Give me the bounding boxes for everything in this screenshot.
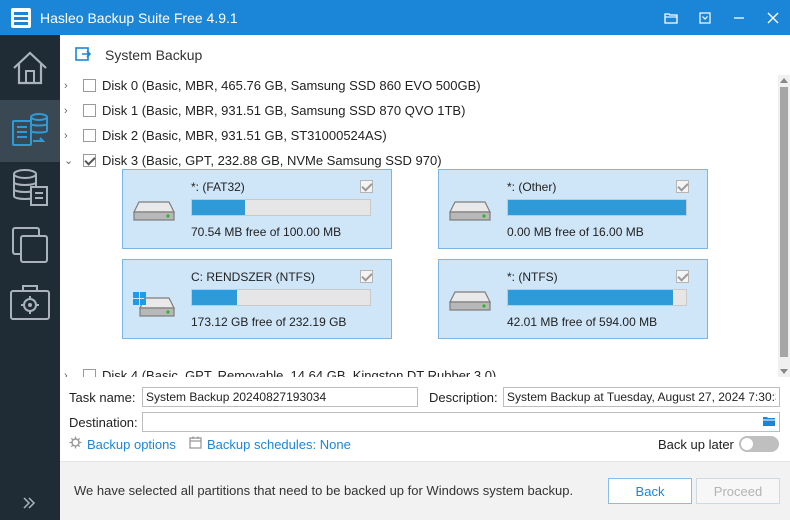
- disk-checkbox[interactable]: [83, 154, 96, 167]
- menu-icon[interactable]: [688, 0, 722, 35]
- drive-icon: [449, 200, 491, 225]
- minimize-icon[interactable]: [722, 0, 756, 35]
- sidebar-item-tools[interactable]: [0, 272, 60, 334]
- partition-checkbox: [676, 270, 689, 283]
- windows-drive-icon: [133, 290, 175, 321]
- partition-checkbox: [360, 180, 373, 193]
- backup-options-link[interactable]: Backup options: [69, 436, 176, 452]
- usage-bar: [191, 199, 371, 216]
- scrollbar-thumb[interactable]: [780, 87, 788, 357]
- partition-checkbox: [360, 270, 373, 283]
- double-chevron-right-icon[interactable]: [22, 497, 36, 512]
- close-icon[interactable]: [756, 0, 790, 35]
- restore-icon: [9, 167, 51, 212]
- disk-row-0[interactable]: › Disk 0 (Basic, MBR, 465.76 GB, Samsung…: [60, 75, 481, 98]
- disk-list: › Disk 0 (Basic, MBR, 465.76 GB, Samsung…: [60, 75, 778, 377]
- sidebar-item-clone[interactable]: [0, 215, 60, 277]
- chevron-right-icon[interactable]: ›: [64, 130, 78, 142]
- sidebar-item-home[interactable]: [0, 38, 60, 100]
- chevron-right-icon[interactable]: ›: [64, 80, 78, 92]
- disk-label: Disk 4 (Basic, GPT, Removable, 14.64 GB,…: [102, 368, 497, 377]
- chevron-down-icon[interactable]: ⌄: [64, 154, 78, 167]
- title-bar: Hasleo Backup Suite Free 4.9.1: [0, 0, 790, 35]
- partition-free-space: 70.54 MB free of 100.00 MB: [191, 225, 342, 239]
- main-panel: System Backup › Disk 0 (Basic, MBR, 465.…: [60, 35, 790, 520]
- sidebar: [0, 35, 60, 520]
- home-icon: [10, 48, 50, 91]
- partition-free-space: 0.00 MB free of 16.00 MB: [507, 225, 644, 239]
- disk-label: Disk 0 (Basic, MBR, 465.76 GB, Samsung S…: [102, 78, 481, 93]
- partition-card-1[interactable]: *: (Other) 0.00 MB free of 16.00 MB: [438, 169, 708, 249]
- disk-checkbox[interactable]: [83, 129, 96, 142]
- backup-schedules-link[interactable]: Backup schedules: None: [189, 436, 351, 452]
- vertical-scrollbar[interactable]: [778, 75, 790, 377]
- scroll-up-icon[interactable]: [780, 78, 788, 83]
- disk-row-1[interactable]: › Disk 1 (Basic, MBR, 931.51 GB, Samsung…: [60, 98, 465, 123]
- tools-icon: [8, 281, 52, 326]
- disk-label: Disk 3 (Basic, GPT, 232.88 GB, NVMe Sams…: [102, 153, 442, 168]
- proceed-button[interactable]: Proceed: [696, 478, 780, 504]
- usage-bar: [507, 199, 687, 216]
- folder-icon[interactable]: [654, 0, 688, 35]
- usage-bar-fill: [508, 200, 686, 215]
- backup-later-label: Back up later: [658, 437, 734, 452]
- partition-card-3[interactable]: *: (NTFS) 42.01 MB free of 594.00 MB: [438, 259, 708, 339]
- destination-field[interactable]: [142, 412, 780, 432]
- system-backup-icon: [75, 46, 92, 65]
- partition-free-space: 173.12 GB free of 232.19 GB: [191, 315, 347, 329]
- chevron-right-icon[interactable]: ›: [64, 370, 78, 378]
- footer-message: We have selected all partitions that nee…: [74, 483, 574, 498]
- scroll-down-icon[interactable]: [780, 369, 788, 374]
- app-logo-icon: [10, 7, 32, 29]
- partition-name: *: (Other): [507, 180, 557, 194]
- disk-checkbox[interactable]: [83, 104, 96, 117]
- backup-schedules-label: Backup schedules: None: [207, 436, 351, 452]
- usage-bar-fill: [508, 290, 674, 305]
- task-name-label: Task name:: [69, 390, 136, 405]
- drive-icon: [449, 290, 491, 315]
- sidebar-item-restore[interactable]: [0, 158, 60, 220]
- chevron-right-icon[interactable]: ›: [64, 105, 78, 117]
- backup-later-toggle[interactable]: [739, 436, 779, 452]
- partition-name: *: (FAT32): [191, 180, 245, 194]
- usage-bar-fill: [192, 290, 238, 305]
- partition-name: *: (NTFS): [507, 270, 558, 284]
- page-header: System Backup: [60, 35, 790, 75]
- footer: We have selected all partitions that nee…: [60, 461, 790, 520]
- gear-icon: [69, 436, 82, 452]
- back-button[interactable]: Back: [608, 478, 692, 504]
- partition-checkbox: [676, 180, 689, 193]
- calendar-icon: [189, 436, 202, 452]
- disk-checkbox[interactable]: [83, 79, 96, 92]
- drive-icon: [133, 200, 175, 225]
- disk-row-4[interactable]: › Disk 4 (Basic, GPT, Removable, 14.64 G…: [60, 363, 496, 377]
- disk-row-2[interactable]: › Disk 2 (Basic, MBR, 931.51 GB, ST31000…: [60, 123, 387, 148]
- sidebar-item-backup[interactable]: [0, 100, 60, 162]
- disk-checkbox[interactable]: [83, 369, 96, 377]
- description-input[interactable]: [503, 387, 780, 407]
- toggle-knob: [741, 438, 753, 450]
- disk-label: Disk 1 (Basic, MBR, 931.51 GB, Samsung S…: [102, 103, 466, 118]
- disk-label: Disk 2 (Basic, MBR, 931.51 GB, ST3100052…: [102, 128, 387, 143]
- backup-options-label: Backup options: [87, 436, 176, 452]
- usage-bar: [191, 289, 371, 306]
- partition-free-space: 42.01 MB free of 594.00 MB: [507, 315, 658, 329]
- destination-label: Destination:: [69, 415, 138, 430]
- partition-card-0[interactable]: *: (FAT32) 70.54 MB free of 100.00 MB: [122, 169, 392, 249]
- partition-name: C: RENDSZER (NTFS): [191, 270, 315, 284]
- backup-icon: [9, 109, 51, 154]
- partition-card-2[interactable]: C: RENDSZER (NTFS) 173.12 GB free of 232…: [122, 259, 392, 339]
- clone-icon: [9, 224, 51, 269]
- browse-folder-icon[interactable]: [762, 415, 776, 430]
- window-title: Hasleo Backup Suite Free 4.9.1: [40, 9, 238, 26]
- page-title: System Backup: [105, 47, 203, 63]
- task-name-input[interactable]: [142, 387, 418, 407]
- usage-bar-fill: [192, 200, 245, 215]
- usage-bar: [507, 289, 687, 306]
- description-label: Description:: [429, 390, 498, 405]
